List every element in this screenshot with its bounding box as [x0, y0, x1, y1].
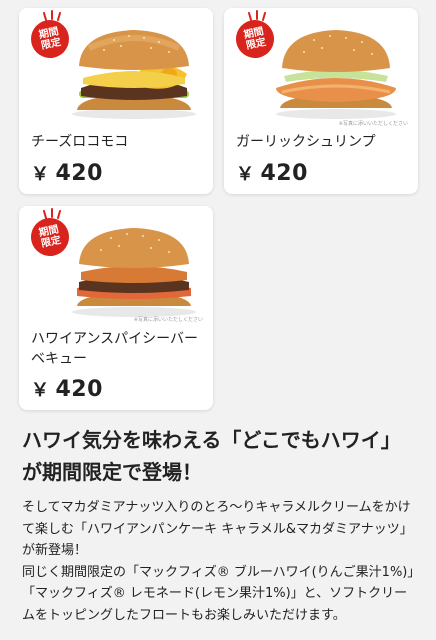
product-price: ￥ 420: [31, 160, 103, 186]
promo-headline: ハワイ気分を味わえる「どこでもハワイ」が期間限定で登場！: [22, 428, 401, 484]
currency-symbol: ￥: [236, 164, 255, 185]
currency-symbol: ￥: [31, 380, 50, 401]
product-price: ￥ 420: [31, 376, 103, 402]
page: 期間 限定 チーズロコモコ ￥ 420 期間 限定 ※写真に添いいただしください …: [0, 0, 436, 640]
photo-disclaimer: ※写真に添いいただしください: [133, 317, 203, 323]
product-card-hawaiian-spicy-bbq[interactable]: 期間 限定 ※写真に添いいただしください ハワイアンスパイシーバーベキュー ￥ 4…: [19, 206, 213, 410]
product-card-garlic-shrimp[interactable]: 期間 限定 ※写真に添いいただしください ガーリックシュリンプ ￥ 420: [224, 8, 418, 194]
product-name: ガーリックシュリンプ: [236, 134, 376, 150]
product-card-cheese-loco-moco[interactable]: 期間 限定 チーズロコモコ ￥ 420: [19, 8, 213, 194]
product-price: ￥ 420: [236, 160, 308, 186]
photo-disclaimer: ※写真に添いいただしください: [338, 121, 408, 127]
currency-symbol: ￥: [31, 164, 50, 185]
price-value: 420: [55, 161, 103, 186]
promo-body-text: そしてマカダミアナッツ入りのとろ〜りキャラメルクリームをかけて楽しむ「ハワイアン…: [22, 500, 414, 623]
price-value: 420: [55, 377, 103, 402]
product-name: ハワイアンスパイシーバーベキュー: [31, 331, 199, 367]
product-name: チーズロコモコ: [31, 134, 129, 150]
price-value: 420: [260, 161, 308, 186]
